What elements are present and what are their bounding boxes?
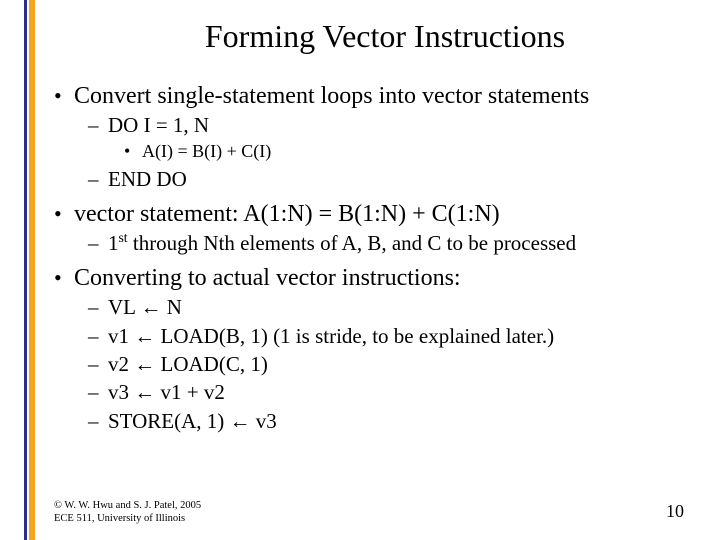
left-arrow-icon: ← <box>140 295 161 319</box>
bullet-converting: • Converting to actual vector instructio… <box>54 263 696 293</box>
text-a: v2 <box>108 352 134 376</box>
footer-line-2: ECE 511, University of Illinois <box>54 512 201 526</box>
dash-icon: – <box>88 293 108 321</box>
bullet-text: Converting to actual vector instructions… <box>74 263 461 293</box>
text-post: through Nth elements of A, B, and C to b… <box>128 231 577 255</box>
bullet-text: VL ← N <box>108 293 182 321</box>
stripe-orange <box>29 0 35 540</box>
bullet-text: 1st through Nth elements of A, B, and C … <box>108 229 576 257</box>
text-b: N <box>161 295 181 319</box>
text-a: v1 <box>108 324 134 348</box>
dash-icon: – <box>88 322 108 350</box>
text-b: LOAD(B, 1) (1 is stride, to be explained… <box>155 324 554 348</box>
text-a: v3 <box>108 380 134 404</box>
sub-vl: – VL ← N <box>54 293 696 321</box>
dash-icon: – <box>88 407 108 435</box>
dash-icon: – <box>88 165 108 193</box>
text-pre: 1 <box>108 231 119 255</box>
accent-stripes <box>24 0 35 540</box>
bullet-convert-loops: • Convert single-statement loops into ve… <box>54 81 696 111</box>
sub-v3-add: – v3 ← v1 + v2 <box>54 378 696 406</box>
bullet-text: v2 ← LOAD(C, 1) <box>108 350 268 378</box>
bullet-text: DO I = 1, N <box>108 111 209 139</box>
footer-line-1: © W. W. Hwu and S. J. Patel, 2005 <box>54 499 201 513</box>
sub-elements-note: – 1st through Nth elements of A, B, and … <box>54 229 696 257</box>
bullet-dot-icon: • <box>54 264 74 292</box>
left-arrow-icon: ← <box>134 324 155 348</box>
bullet-text: STORE(A, 1) ← v3 <box>108 407 277 435</box>
bullet-list: • Convert single-statement loops into ve… <box>54 81 696 435</box>
page-number: 10 <box>666 501 684 522</box>
left-arrow-icon: ← <box>134 380 155 404</box>
text-a: STORE(A, 1) <box>108 409 230 433</box>
sub-store: – STORE(A, 1) ← v3 <box>54 407 696 435</box>
sub-assignment: • A(I) = B(I) + C(I) <box>54 139 696 164</box>
text-b: v1 + v2 <box>155 380 225 404</box>
bullet-text: Convert single-statement loops into vect… <box>74 81 589 111</box>
sub-end-do: – END DO <box>54 165 696 193</box>
text-a: VL <box>108 295 140 319</box>
dash-icon: – <box>88 111 108 139</box>
left-arrow-icon: ← <box>134 352 155 376</box>
sub-do-loop-start: – DO I = 1, N <box>54 111 696 139</box>
left-arrow-icon: ← <box>230 409 251 433</box>
stripe-blue <box>24 0 27 540</box>
sub-v1-load: – v1 ← LOAD(B, 1) (1 is stride, to be ex… <box>54 322 696 350</box>
bullet-text: v1 ← LOAD(B, 1) (1 is stride, to be expl… <box>108 322 554 350</box>
dash-icon: – <box>88 229 108 257</box>
bullet-text: v3 ← v1 + v2 <box>108 378 225 406</box>
text-b: LOAD(C, 1) <box>155 352 268 376</box>
text-sup: st <box>119 230 128 245</box>
slide-content: Forming Vector Instructions • Convert si… <box>54 18 696 540</box>
text-b: v3 <box>251 409 277 433</box>
bullet-dot-icon: • <box>54 82 74 110</box>
bullet-text: END DO <box>108 165 187 193</box>
slide-title: Forming Vector Instructions <box>94 18 676 55</box>
sub-v2-load: – v2 ← LOAD(C, 1) <box>54 350 696 378</box>
bullet-text: vector statement: A(1:N) = B(1:N) + C(1:… <box>74 199 500 229</box>
bullet-text: A(I) = B(I) + C(I) <box>142 139 271 164</box>
dash-icon: – <box>88 378 108 406</box>
dash-icon: – <box>88 350 108 378</box>
bullet-dot-icon: • <box>124 139 142 164</box>
bullet-dot-icon: • <box>54 200 74 228</box>
footer-copyright: © W. W. Hwu and S. J. Patel, 2005 ECE 51… <box>54 499 201 526</box>
bullet-vector-statement: • vector statement: A(1:N) = B(1:N) + C(… <box>54 199 696 229</box>
